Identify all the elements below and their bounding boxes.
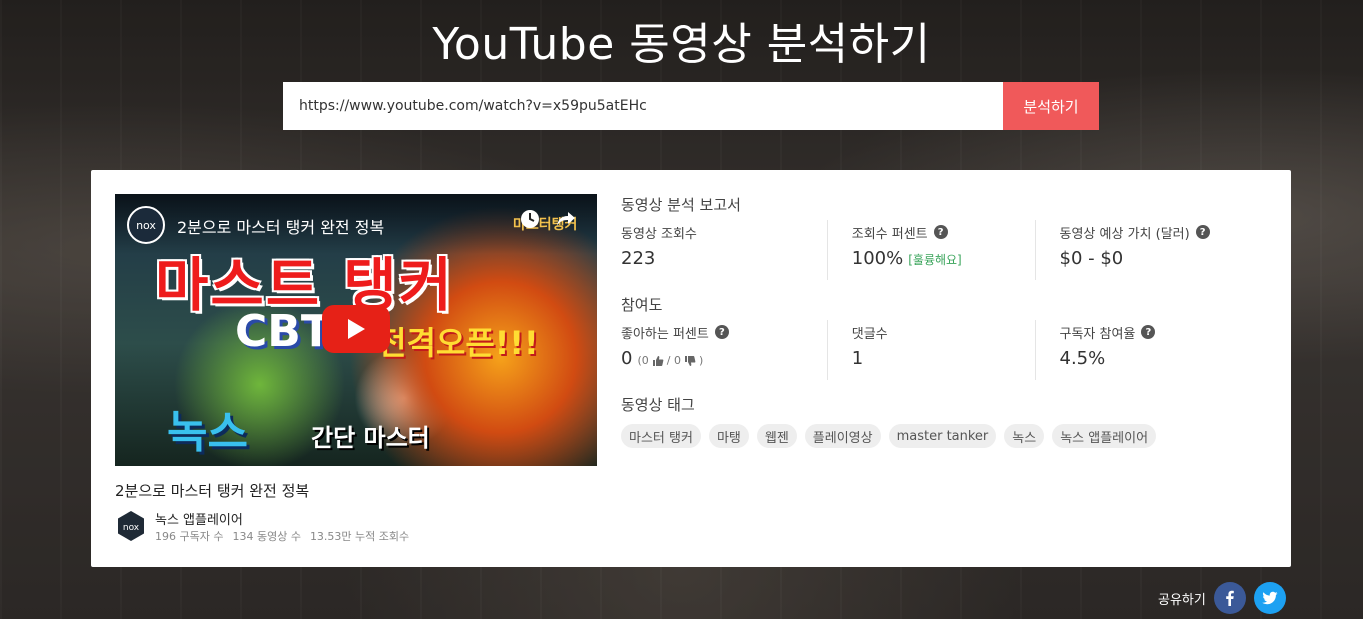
help-icon[interactable]: ?	[1141, 325, 1156, 339]
clock-icon[interactable]	[519, 208, 541, 230]
report-metrics: 동영상 조회수 223 조회수 퍼센트 ? 100% [훌륭해요] 동영상 예상…	[621, 220, 1271, 280]
tags-title: 동영상 태그	[621, 396, 695, 414]
thumbnail-open-text: 전격오픈!!!	[377, 324, 539, 362]
like-percent-label: 좋아하는 퍼센트	[621, 326, 709, 342]
tag-item[interactable]: 웹젠	[756, 424, 797, 448]
est-value-label: 동영상 예상 가치 (달러)	[1059, 226, 1190, 242]
tag-item[interactable]: 마스터 탱커	[621, 424, 701, 448]
channel-avatar-text: nox	[123, 523, 140, 533]
metric-views: 동영상 조회수 223	[621, 220, 828, 280]
metric-view-percent: 조회수 퍼센트 ? 100% [훌륭해요]	[852, 220, 1036, 280]
channel-name: 녹스 앱플레이어	[155, 513, 243, 528]
video-title: 2분으로 마스터 탱커 완전 정복	[115, 482, 310, 500]
help-icon[interactable]: ?	[714, 325, 729, 339]
report-title: 동영상 분석 보고서	[621, 196, 741, 214]
like-breakdown: (0 / 0 )	[637, 354, 703, 367]
view-percent-value: 100%	[851, 248, 904, 269]
share-row: 공유하기	[1158, 582, 1286, 614]
result-card: nox 2분으로 마스터 탱커 완전 정복 마스터탱커 마스트 탱커 CBT 전…	[91, 170, 1291, 567]
thumbnail-simple-text: 간단 마스터	[311, 424, 430, 452]
video-count: 134 동영상 수	[232, 530, 301, 543]
total-views: 13.53만 누적 조회수	[309, 530, 410, 543]
sub-engagement-value: 4.5%	[1059, 348, 1106, 369]
view-percent-label: 조회수 퍼센트	[851, 226, 928, 242]
views-value: 223	[621, 248, 656, 269]
est-value-value: $0 - $0	[1059, 248, 1124, 269]
engagement-title: 참여도	[621, 296, 663, 314]
thumbs-up-icon	[652, 355, 664, 366]
player-video-title[interactable]: 2분으로 마스터 탱커 완전 정복	[177, 214, 384, 238]
metric-estimated-value: 동영상 예상 가치 (달러) ? $0 - $0	[1060, 220, 1272, 280]
thumbnail-nox-text: 녹스	[167, 407, 248, 458]
video-player[interactable]: nox 2분으로 마스터 탱커 완전 정복 마스터탱커 마스트 탱커 CBT 전…	[115, 194, 597, 466]
view-percent-note: [훌륭해요]	[908, 253, 962, 267]
engagement-metrics: 좋아하는 퍼센트 ? 0 (0 / 0 ) 댓글수 1 구독자 참여율 ? 4.…	[621, 320, 1271, 380]
analyze-button[interactable]: 분석하기	[1003, 82, 1099, 130]
metric-sub-engagement: 구독자 참여율 ? 4.5%	[1060, 320, 1272, 380]
metric-comments: 댓글수 1	[852, 320, 1036, 380]
channel-stats: 196 구독자 수 134 동영상 수 13.53만 누적 조회수	[155, 528, 409, 544]
help-icon[interactable]: ?	[933, 225, 948, 239]
tag-item[interactable]: 녹스	[1004, 424, 1045, 448]
analysis-report: 동영상 분석 보고서 동영상 조회수 223 조회수 퍼센트 ? 100% [훌…	[621, 194, 1271, 448]
views-label: 동영상 조회수	[621, 226, 697, 242]
share-label: 공유하기	[1158, 592, 1206, 608]
comments-value: 1	[851, 348, 864, 369]
facebook-icon	[1226, 590, 1234, 606]
sub-engagement-label: 구독자 참여율	[1059, 326, 1136, 342]
like-count: (0	[637, 354, 649, 367]
tag-list: 마스터 탱커 마탱 웹젠 플레이영상 master tanker 녹스 녹스 앱…	[621, 424, 1271, 448]
url-input[interactable]	[283, 82, 1003, 130]
tag-item[interactable]: 마탱	[708, 424, 749, 448]
page-title: YouTube 동영상 분석하기	[432, 19, 931, 70]
twitter-share-button[interactable]	[1253, 582, 1286, 614]
comments-label: 댓글수	[851, 326, 888, 342]
help-icon[interactable]: ?	[1195, 225, 1210, 239]
dislike-count: / 0	[666, 354, 681, 367]
metric-like-percent: 좋아하는 퍼센트 ? 0 (0 / 0 )	[621, 320, 828, 380]
share-icon[interactable]	[555, 208, 577, 230]
tag-item[interactable]: 녹스 앱플레이어	[1052, 424, 1157, 448]
thumbs-down-icon	[684, 355, 696, 366]
subscriber-count: 196 구독자 수	[155, 530, 224, 543]
play-button[interactable]	[322, 305, 390, 353]
facebook-share-button[interactable]	[1213, 582, 1246, 614]
twitter-icon	[1262, 591, 1278, 605]
tag-item[interactable]: 플레이영상	[804, 424, 881, 448]
tag-item[interactable]: master tanker	[888, 424, 997, 448]
like-percent-value: 0	[621, 348, 633, 369]
play-icon	[348, 319, 365, 339]
search-form: 분석하기	[283, 82, 1099, 130]
thumbnail-cbt-text: CBT	[235, 306, 331, 357]
like-breakdown-close: )	[698, 354, 704, 367]
channel-avatar: nox	[118, 511, 144, 541]
